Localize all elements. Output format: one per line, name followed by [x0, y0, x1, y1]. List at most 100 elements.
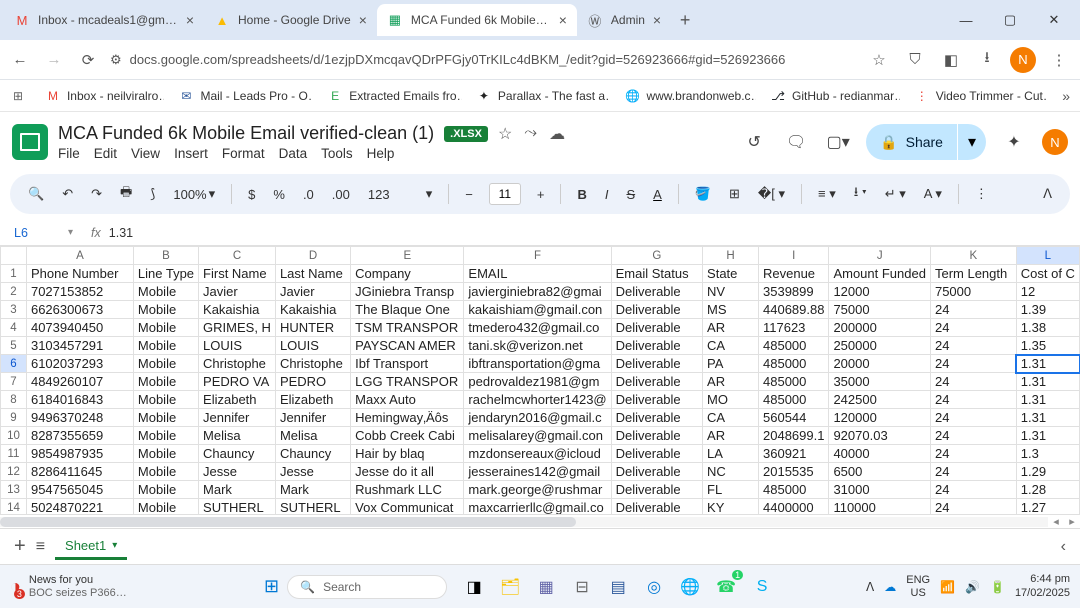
cell[interactable]: Mobile: [133, 409, 198, 427]
column-header[interactable]: H: [703, 247, 759, 265]
volume-icon[interactable]: 🔊: [965, 580, 980, 594]
cell[interactable]: mark.george@rushmar: [464, 481, 611, 499]
borders-button[interactable]: ⊞: [725, 184, 744, 204]
cell[interactable]: Mobile: [133, 301, 198, 319]
cell[interactable]: 92070.03: [829, 427, 931, 445]
cell[interactable]: 110000: [829, 499, 931, 515]
cell[interactable]: 24: [930, 463, 1016, 481]
browser-tab[interactable]: ▦MCA Funded 6k Mobile Email v×: [377, 4, 577, 36]
bookmark-item[interactable]: MInbox - neilviralro…: [45, 88, 164, 104]
sheets-logo-icon[interactable]: [12, 124, 48, 160]
cell[interactable]: AR: [703, 373, 759, 391]
cell[interactable]: 6626300673: [26, 301, 133, 319]
cell[interactable]: Javier: [199, 283, 276, 301]
cell[interactable]: 200000: [829, 319, 931, 337]
cell[interactable]: EMAIL: [464, 265, 611, 283]
cell[interactable]: 8287355659: [26, 427, 133, 445]
cell[interactable]: javierginiebra82@gmai: [464, 283, 611, 301]
horizontal-scrollbar[interactable]: ◂ ▸: [0, 514, 1080, 528]
column-header[interactable]: I: [759, 247, 829, 265]
cell[interactable]: FL: [703, 481, 759, 499]
cell[interactable]: tani.sk@verizon.net: [464, 337, 611, 355]
menu-tools[interactable]: Tools: [321, 146, 353, 161]
browser-menu-icon[interactable]: ⋮: [1046, 47, 1072, 73]
cell[interactable]: 485000: [759, 391, 829, 409]
collapse-toolbar-icon[interactable]: ᐱ: [1039, 184, 1056, 204]
cell[interactable]: 35000: [829, 373, 931, 391]
cell[interactable]: PEDRO VA: [199, 373, 276, 391]
taskview-icon[interactable]: ◨: [459, 572, 489, 602]
wrap-button[interactable]: ↵ ▾: [881, 184, 910, 204]
print-button[interactable]: 🖶: [116, 181, 136, 207]
cell[interactable]: Email Status: [611, 265, 702, 283]
cell[interactable]: melisalarey@gmail.con: [464, 427, 611, 445]
cell[interactable]: 6184016843: [26, 391, 133, 409]
taskbar-search[interactable]: 🔍 Search: [287, 575, 447, 599]
italic-button[interactable]: I: [601, 185, 613, 204]
cell[interactable]: 2048699.1: [759, 427, 829, 445]
cell[interactable]: 9854987935: [26, 445, 133, 463]
strike-button[interactable]: S: [622, 185, 639, 204]
cell[interactable]: Deliverable: [611, 481, 702, 499]
cell[interactable]: LOUIS: [199, 337, 276, 355]
bookmark-item[interactable]: ⊞: [10, 88, 31, 104]
share-dropdown[interactable]: ▾: [958, 124, 986, 160]
cell[interactable]: 8286411645: [26, 463, 133, 481]
cell[interactable]: 1.3: [1016, 445, 1079, 463]
cell[interactable]: Mobile: [133, 283, 198, 301]
tab-close-icon[interactable]: ×: [653, 12, 661, 28]
browser-tab[interactable]: ⓌAdmin×: [577, 4, 671, 36]
cell[interactable]: 5024870221: [26, 499, 133, 515]
cell[interactable]: Jesse: [275, 463, 350, 481]
app-icon-1[interactable]: ▦: [531, 572, 561, 602]
cell[interactable]: Rushmark LLC: [351, 481, 464, 499]
cell[interactable]: 560544: [759, 409, 829, 427]
extensions-icon[interactable]: ⛉: [902, 47, 928, 73]
column-header[interactable]: K: [930, 247, 1016, 265]
row-header[interactable]: 13: [1, 481, 27, 499]
cell[interactable]: Jesse do it all: [351, 463, 464, 481]
merge-button[interactable]: �[ ▾: [754, 184, 789, 204]
cell[interactable]: Christophe: [199, 355, 276, 373]
menu-help[interactable]: Help: [367, 146, 395, 161]
back-button[interactable]: ←: [8, 48, 32, 72]
column-header[interactable]: B: [133, 247, 198, 265]
v-align-button[interactable]: ⭳ ▾: [850, 181, 871, 207]
cell[interactable]: Mark: [199, 481, 276, 499]
cell[interactable]: JGiniebra Transp: [351, 283, 464, 301]
cell[interactable]: Mobile: [133, 373, 198, 391]
cell[interactable]: 20000: [829, 355, 931, 373]
cell[interactable]: GRIMES, H: [199, 319, 276, 337]
cell[interactable]: 31000: [829, 481, 931, 499]
browser-tab[interactable]: ▲Home - Google Drive×: [204, 4, 377, 36]
paint-format-button[interactable]: ⟆: [146, 184, 159, 204]
cell[interactable]: jendaryn2016@gmail.c: [464, 409, 611, 427]
cell[interactable]: Mobile: [133, 319, 198, 337]
cell[interactable]: Deliverable: [611, 373, 702, 391]
cell[interactable]: CA: [703, 409, 759, 427]
column-header[interactable]: E: [351, 247, 464, 265]
cell[interactable]: Javier: [275, 283, 350, 301]
cell[interactable]: Hemingway‚Äôs: [351, 409, 464, 427]
tab-close-icon[interactable]: ×: [559, 12, 567, 28]
cell[interactable]: Term Length: [930, 265, 1016, 283]
cell[interactable]: Deliverable: [611, 355, 702, 373]
cell[interactable]: Chauncy: [199, 445, 276, 463]
cell[interactable]: Deliverable: [611, 301, 702, 319]
column-header[interactable]: L: [1016, 247, 1079, 265]
cell[interactable]: PEDRO: [275, 373, 350, 391]
column-header[interactable]: A: [26, 247, 133, 265]
whatsapp-icon[interactable]: ☎1: [711, 572, 741, 602]
cell[interactable]: Amount Funded: [829, 265, 931, 283]
cell[interactable]: Deliverable: [611, 445, 702, 463]
cell[interactable]: 1.35: [1016, 337, 1079, 355]
cell[interactable]: Ibf Transport: [351, 355, 464, 373]
cell[interactable]: Line Type: [133, 265, 198, 283]
close-window-button[interactable]: ✕: [1032, 0, 1076, 40]
doc-title[interactable]: MCA Funded 6k Mobile Email verified-clea…: [58, 123, 434, 144]
row-header[interactable]: 8: [1, 391, 27, 409]
menu-file[interactable]: File: [58, 146, 80, 161]
sheet-tab-active[interactable]: Sheet1 ▾: [55, 534, 127, 560]
cell[interactable]: 24: [930, 337, 1016, 355]
row-header[interactable]: 6: [1, 355, 27, 373]
